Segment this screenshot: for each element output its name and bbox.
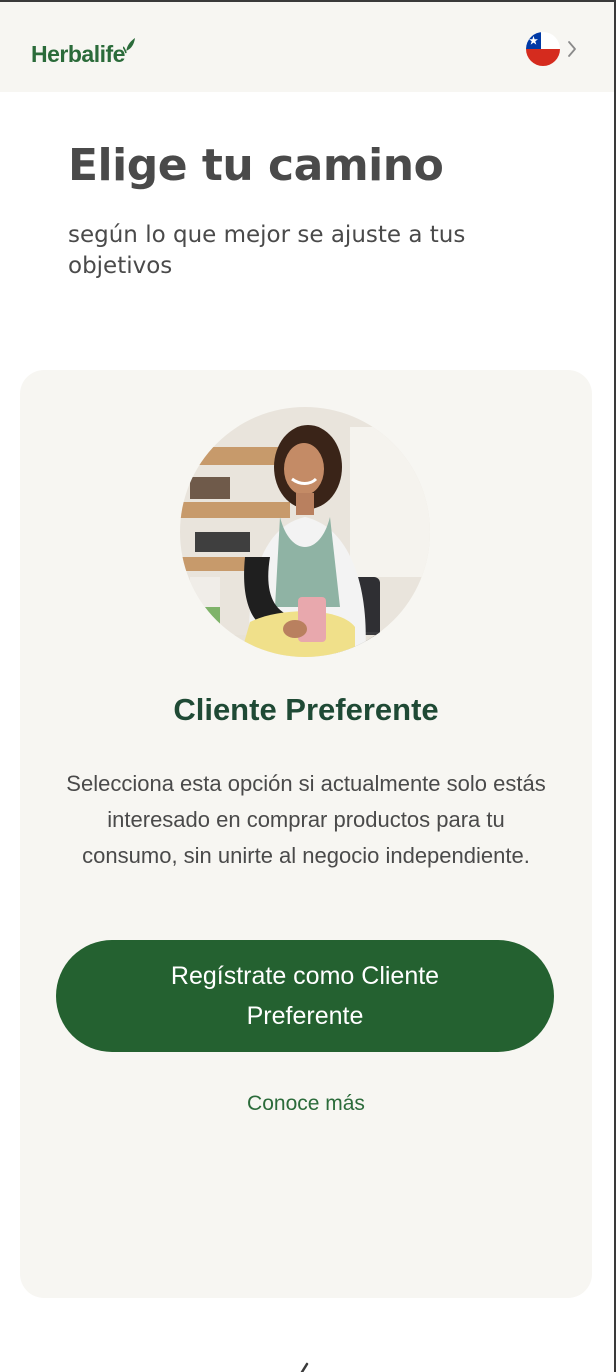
chile-flag-icon: [526, 32, 560, 66]
cta-label: Regístrate como Cliente Preferente: [170, 962, 440, 1030]
page-title: Elige tu camino: [68, 140, 444, 191]
learn-more-link[interactable]: Conoce más: [20, 1092, 592, 1116]
partial-icon: [300, 1362, 309, 1372]
chevron-right-icon: [568, 41, 576, 57]
header: Herbalife: [0, 2, 614, 92]
country-selector[interactable]: [526, 31, 584, 67]
page-subtitle: según lo que mejor se ajuste a tus objet…: [68, 222, 466, 279]
card-title: Cliente Preferente: [173, 692, 439, 727]
register-preferred-customer-button[interactable]: Regístrate como Cliente Preferente: [56, 940, 554, 1052]
card-description: Selecciona esta opción si actualmente so…: [66, 771, 546, 868]
woman-with-shake-photo: [180, 407, 430, 657]
logo-text: Herbalife: [31, 41, 125, 67]
leaf-icon: [122, 38, 135, 55]
herbalife-logo[interactable]: Herbalife: [31, 32, 137, 66]
preferred-customer-card: Cliente Preferente Selecciona esta opció…: [20, 370, 592, 1298]
